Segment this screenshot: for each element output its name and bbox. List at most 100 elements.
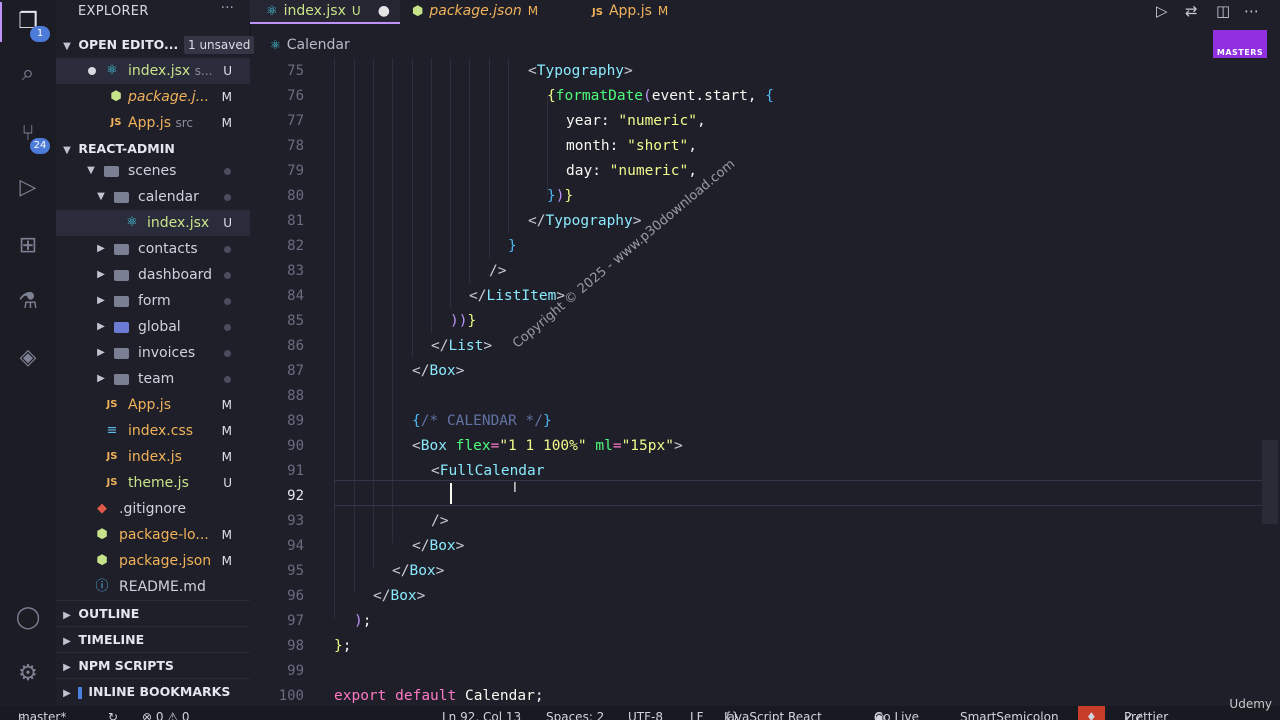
tab-package-json[interactable]: ⬢ package.json M xyxy=(412,0,538,24)
tab-index-jsx[interactable]: ⚛ index.jsx U ● xyxy=(250,0,400,24)
smart-semicolon-status[interactable]: SmartSemicolon xyxy=(960,706,1059,720)
tree-label: team xyxy=(138,371,175,387)
open-editor-item[interactable]: ⚛ index.jsx s... U xyxy=(56,58,250,84)
open-editors-header[interactable]: ▼ OPEN EDITO... 1 unsaved xyxy=(56,32,255,58)
run-debug-icon[interactable]: ▷ xyxy=(12,172,44,204)
indentation-status[interactable]: Spaces: 2 xyxy=(546,706,604,720)
tree-file-index-css[interactable]: ≡ index.css M xyxy=(56,418,250,444)
status-dot-icon xyxy=(224,376,231,383)
gitlens-icon[interactable]: ◈ xyxy=(12,342,44,374)
inline-bookmarks-title: INLINE BOOKMARKS xyxy=(88,684,231,699)
npm-scripts-header[interactable]: ▶ NPM SCRIPTS xyxy=(56,652,250,679)
folder-icon xyxy=(104,166,119,177)
tree-file-index-js[interactable]: JS index.js M xyxy=(56,444,250,470)
info-file-icon: ⓘ xyxy=(95,579,109,594)
explorer-more-icon[interactable]: ··· xyxy=(221,0,234,16)
code-line: </List> xyxy=(431,338,493,354)
line-number: 99 xyxy=(287,663,304,679)
editor-scrollbar[interactable] xyxy=(1262,440,1278,524)
code-line: </Box> xyxy=(392,563,445,579)
more-actions-icon[interactable]: ⋯ xyxy=(1244,2,1259,20)
inline-bookmarks-header[interactable]: ▶ INLINE BOOKMARKS xyxy=(56,678,250,705)
tree-folder-dashboard[interactable]: ▶ dashboard xyxy=(56,262,250,288)
tree-label: .gitignore xyxy=(119,501,186,517)
tree-label: invoices xyxy=(138,345,196,361)
breadcrumb[interactable]: ⚛ Calendar xyxy=(250,34,350,56)
npm-scripts-title: NPM SCRIPTS xyxy=(78,658,174,673)
current-line-highlight xyxy=(334,480,1266,506)
unsaved-dot-icon[interactable]: ● xyxy=(378,0,390,22)
line-number: 90 xyxy=(287,438,304,454)
outline-header[interactable]: ▶ OUTLINE xyxy=(56,600,250,627)
tree-label: global xyxy=(138,319,181,335)
code-editor[interactable]: 75 76 77 78 79 80 81 82 83 84 85 86 87 8… xyxy=(250,58,1280,706)
run-icon[interactable]: ▷ xyxy=(1156,2,1168,20)
react-component-icon: ⚛ xyxy=(270,38,281,52)
tree-folder-calendar[interactable]: ▼ calendar xyxy=(56,184,250,210)
tree-label: index.js xyxy=(128,449,182,465)
extensions-icon[interactable]: ⊞ xyxy=(12,230,44,262)
line-number: 94 xyxy=(287,538,304,554)
tab-app-js[interactable]: JS App.js M xyxy=(592,0,668,24)
testing-icon[interactable]: ⚗ xyxy=(12,286,44,318)
status-dot-icon xyxy=(224,298,231,305)
file-status: M xyxy=(221,398,232,412)
settings-gear-icon[interactable]: ⚙ xyxy=(12,658,44,690)
chevron-down-icon: ▼ xyxy=(87,165,95,176)
tree-folder-team[interactable]: ▶ team xyxy=(56,366,250,392)
open-editor-status: M xyxy=(221,90,232,104)
code-line: </Box> xyxy=(412,363,465,379)
js-file-icon: JS xyxy=(592,7,603,18)
account-icon[interactable]: ◯ xyxy=(12,602,44,634)
code-line: } xyxy=(508,238,517,254)
tree-folder-contacts[interactable]: ▶ contacts xyxy=(56,236,250,262)
tree-label: scenes xyxy=(128,163,177,179)
copilot-icon[interactable]: ♦ xyxy=(1078,706,1105,720)
tree-file-calendar-index[interactable]: ⚛ index.jsx U xyxy=(56,210,250,236)
source-control-icon[interactable]: ⑂ 24 xyxy=(12,118,50,154)
problems-status[interactable]: ⊗ 0 ⚠ 0 xyxy=(142,706,190,720)
code-line: ))} xyxy=(450,313,477,329)
tree-file-app-js[interactable]: JS App.js M xyxy=(56,392,250,418)
tree-file-readme[interactable]: ⓘ README.md xyxy=(56,574,250,600)
timeline-header[interactable]: ▶ TIMELINE xyxy=(56,626,250,653)
breadcrumb-item[interactable]: Calendar xyxy=(287,37,350,53)
udemy-logo: Udemy xyxy=(1229,697,1272,711)
tree-folder-scenes[interactable]: ▼ scenes xyxy=(56,158,250,184)
global-folder-icon xyxy=(114,322,129,333)
open-editor-item[interactable]: ⬢ package.j... M xyxy=(56,84,250,110)
tree-label: README.md xyxy=(119,579,206,595)
code-line: day: "numeric", xyxy=(566,163,697,179)
cursor-position[interactable]: Ln 92, Col 13 xyxy=(442,706,521,720)
tree-file-package-lock[interactable]: ⬢ package-lo... M xyxy=(56,522,250,548)
tree-file-package-json[interactable]: ⬢ package.json M xyxy=(56,548,250,574)
js-file-icon: JS xyxy=(106,451,118,462)
tree-file-gitignore[interactable]: ◆ .gitignore xyxy=(56,496,250,522)
sync-icon[interactable]: ↻ xyxy=(108,706,118,720)
encoding-status[interactable]: UTF-8 xyxy=(628,706,663,720)
react-file-icon: ⚛ xyxy=(126,215,138,230)
tree-folder-invoices[interactable]: ▶ invoices xyxy=(56,340,250,366)
file-status: M xyxy=(221,528,232,542)
tree-file-theme-js[interactable]: JS theme.js U xyxy=(56,470,250,496)
search-icon[interactable]: ⌕ xyxy=(12,58,44,90)
line-number: 88 xyxy=(287,388,304,404)
chevron-right-icon: ▶ xyxy=(97,321,105,332)
tree-folder-global[interactable]: ▶ global xyxy=(56,314,250,340)
unsaved-badge: 1 unsaved xyxy=(184,36,255,54)
line-number: 100 xyxy=(278,688,304,704)
tree-label: theme.js xyxy=(128,475,189,491)
open-editor-item[interactable]: JS App.js src M xyxy=(56,110,250,136)
tree-label: index.jsx xyxy=(147,215,210,231)
code-line: </Typography> xyxy=(528,213,642,229)
compare-changes-icon[interactable]: ⇄ xyxy=(1185,2,1198,20)
js-file-icon: JS xyxy=(110,117,122,128)
tree-folder-form[interactable]: ▶ form xyxy=(56,288,250,314)
tree-label: package-lo... xyxy=(119,527,209,543)
code-line: <Typography> xyxy=(528,63,633,79)
split-editor-icon[interactable]: ◫ xyxy=(1216,2,1230,20)
line-number-current: 92 xyxy=(287,488,304,504)
explorer-icon[interactable]: ❐ 1 xyxy=(12,6,50,42)
eol-status[interactable]: LF xyxy=(690,706,704,720)
status-dot-icon xyxy=(224,168,231,175)
